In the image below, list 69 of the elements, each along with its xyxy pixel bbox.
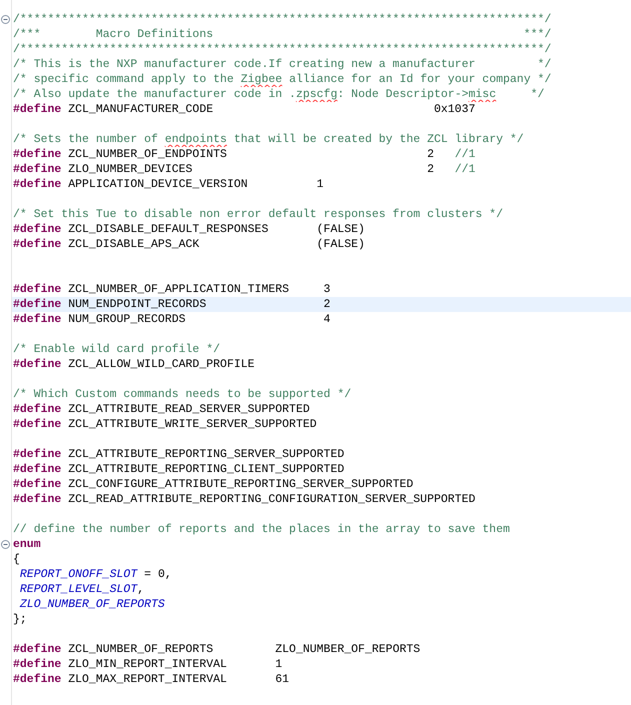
code-text: ZCL_NUMBER_OF_APPLICATION_TIMERS 3 (67, 282, 330, 297)
code-text: ZCL_ATTRIBUTE_WRITE_SERVER_SUPPORTED (67, 417, 317, 432)
code-text: = 0, (143, 567, 172, 582)
code-keyword: #define (13, 282, 62, 297)
code-comment: /* specific command apply to the (13, 72, 235, 87)
code-text: ZLO_MIN_REPORT_INTERVAL 1 (67, 657, 282, 672)
code-text: APPLICATION_DEVICE_VERSION 1 (67, 177, 324, 192)
code-text: ZCL_NUMBER_OF_REPORTS ZLO_NUMBER_OF_REPORTS (67, 642, 420, 657)
code-keyword: #define (13, 237, 62, 252)
code-text: ZLO_NUMBER_DEVICES 2 (67, 162, 435, 177)
code-text: ZCL_MANUFACTURER_CODE 0x1037 (67, 102, 476, 117)
code-comment: /* Enable wild card profile */ (13, 342, 220, 357)
code-text: ZCL_ATTRIBUTE_READ_SERVER_SUPPORTED (67, 402, 310, 417)
code-comment: /*** Macro Definitions ***/ (13, 27, 552, 42)
code-keyword: #define (13, 222, 62, 237)
code-comment: /****************************************************************************/ (13, 42, 552, 57)
code-keyword: #define (13, 657, 62, 672)
code-text: ZCL_ALLOW_WILD_CARD_PROFILE (67, 357, 255, 372)
code-comment: alliance for an Id for your company */ (288, 72, 552, 87)
code-text: , (137, 582, 144, 597)
misspelled-word: endpoints (164, 132, 227, 147)
code-keyword: #define (13, 147, 62, 162)
misspelled-word: misc (468, 87, 496, 102)
code-keyword: #define (13, 477, 62, 492)
code-keyword: #define (13, 162, 62, 177)
code-comment: // define the number of reports and the places in the array to save them (13, 522, 510, 537)
code-comment: /* This is the NXP manufacturer code.If creating new a manufacturer */ (13, 57, 552, 72)
code-comment: : Node Descriptor-> (337, 87, 468, 102)
code-text: ZCL_ATTRIBUTE_REPORTING_SERVER_SUPPORTED (67, 447, 344, 462)
code-text: }; (13, 612, 27, 627)
code-keyword: #define (13, 492, 62, 507)
misspelled-word: Zigbee (240, 72, 282, 87)
code-keyword: enum (13, 537, 41, 552)
code-keyword: #define (13, 297, 62, 312)
code-keyword: #define (13, 402, 62, 417)
code-keyword: #define (13, 642, 62, 657)
enum-constant: ZLO_NUMBER_OF_REPORTS (18, 597, 165, 612)
code-text: { (13, 552, 20, 567)
code-keyword: #define (13, 417, 62, 432)
code-text: NUM_ENDPOINT_RECORDS 2 (67, 297, 330, 312)
code-keyword: #define (13, 177, 62, 192)
code-comment: //1 (454, 147, 476, 162)
fold-collapse-icon[interactable] (1, 540, 10, 549)
code-keyword: #define (13, 447, 62, 462)
code-text: ZCL_ATTRIBUTE_REPORTING_CLIENT_SUPPORTED (67, 462, 344, 477)
misspelled-word: zpscfg (296, 87, 338, 102)
code-keyword: #define (13, 102, 62, 117)
code-text: ZCL_NUMBER_OF_ENDPOINTS 2 (67, 147, 435, 162)
code-comment: /* Which Custom commands needs to be supported */ (13, 387, 352, 402)
code-text: ZCL_READ_ATTRIBUTE_REPORTING_CONFIGURATION_SERVER_SUPPORTED (67, 492, 476, 507)
code-keyword: #define (13, 462, 62, 477)
enum-constant: REPORT_ONOFF_SLOT (18, 567, 138, 582)
code-text: ZCL_DISABLE_DEFAULT_RESPONSES (FALSE) (67, 222, 365, 237)
code-comment: that will be created by the ZCL library */ (232, 132, 524, 147)
code-comment: /* Sets the number of (13, 132, 159, 147)
code-keyword: #define (13, 357, 62, 372)
fold-collapse-icon[interactable] (1, 15, 10, 24)
code-text: ZLO_MAX_REPORT_INTERVAL 61 (67, 672, 290, 687)
code-text: ZCL_CONFIGURE_ATTRIBUTE_REPORTING_SERVER_SUPPORTED (67, 477, 414, 492)
code-keyword: #define (13, 312, 62, 327)
code-text: ZCL_DISABLE_APS_ACK (FALSE) (67, 237, 365, 252)
code-comment: /****************************************************************************/ (13, 12, 552, 27)
enum-constant: REPORT_LEVEL_SLOT (18, 582, 138, 597)
code-text: NUM_GROUP_RECORDS 4 (67, 312, 330, 327)
code-comment: /* Set this Tue to disable non error default responses from clusters */ (13, 207, 503, 222)
code-comment: */ (530, 87, 544, 102)
code-comment: //1 (454, 162, 476, 177)
code-keyword: #define (13, 672, 62, 687)
code-comment: /* Also update the manufacturer code in . (13, 87, 296, 102)
